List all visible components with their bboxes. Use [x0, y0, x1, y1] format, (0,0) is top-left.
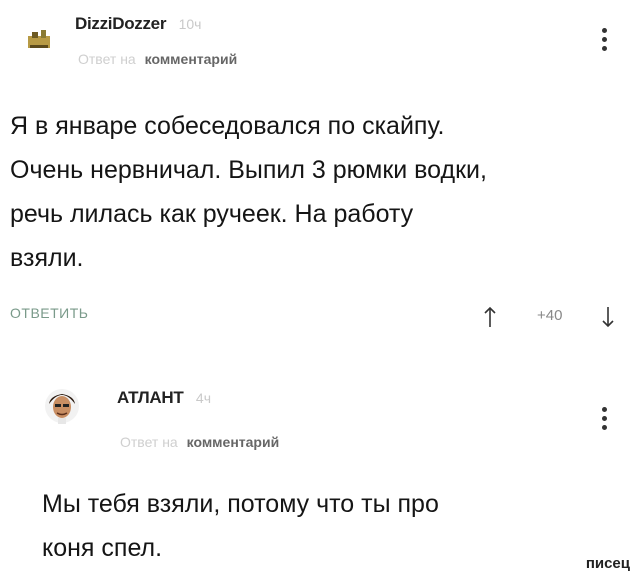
author-name[interactable]: АТЛАНТ [117, 388, 184, 407]
vote-score: +40 [537, 307, 563, 324]
comment-text-line: Мы тебя взяли, потому что ты про [42, 490, 439, 518]
watermark: писец [585, 555, 630, 572]
comment-text-line: Очень нервничал. Выпил 3 рюмки водки, [10, 156, 487, 184]
comment-text: Мы тебя взяли, потому что ты про коня сп… [42, 482, 640, 570]
reply-reference: Ответ на комментарий [120, 434, 279, 450]
reply-prefix: Ответ на [78, 51, 136, 67]
comment-time: 4ч [195, 390, 212, 406]
reply-target-link[interactable]: комментарий [145, 51, 238, 67]
comment-text-line: речь лилась как ручеек. На работу [10, 200, 414, 228]
comment-text: Я в январе собеседовался по скайпу. Очен… [10, 104, 610, 280]
author-line: DizziDozzer 10ч [75, 14, 201, 34]
reply-target-link[interactable]: комментарий [187, 434, 280, 450]
comment-text-line: взяли. [10, 244, 84, 272]
comment-1: DizziDozzer 10ч Ответ на комментарий Я в… [0, 0, 640, 350]
comment-text-line: Я в январе собеседовался по скайпу. [10, 112, 445, 140]
kebab-menu-icon[interactable] [597, 407, 611, 430]
comment-time: 10ч [178, 16, 202, 32]
comment-2: АТЛАНТ 4ч Ответ на комментарий Мы тебя в… [0, 372, 640, 578]
arrow-down-icon[interactable] [601, 306, 615, 328]
reply-button[interactable]: ОТВЕТИТЬ [10, 305, 88, 321]
avatar-2[interactable] [44, 388, 80, 424]
author-line: АТЛАНТ 4ч [117, 388, 211, 408]
kebab-menu-icon[interactable] [597, 28, 611, 51]
author-name[interactable]: DizziDozzer [75, 14, 166, 33]
arrow-up-icon[interactable] [483, 306, 497, 328]
reply-reference: Ответ на комментарий [78, 51, 237, 67]
comment-text-line: коня спел. [42, 534, 163, 562]
avatar-1[interactable] [22, 18, 58, 54]
reply-prefix: Ответ на [120, 434, 178, 450]
